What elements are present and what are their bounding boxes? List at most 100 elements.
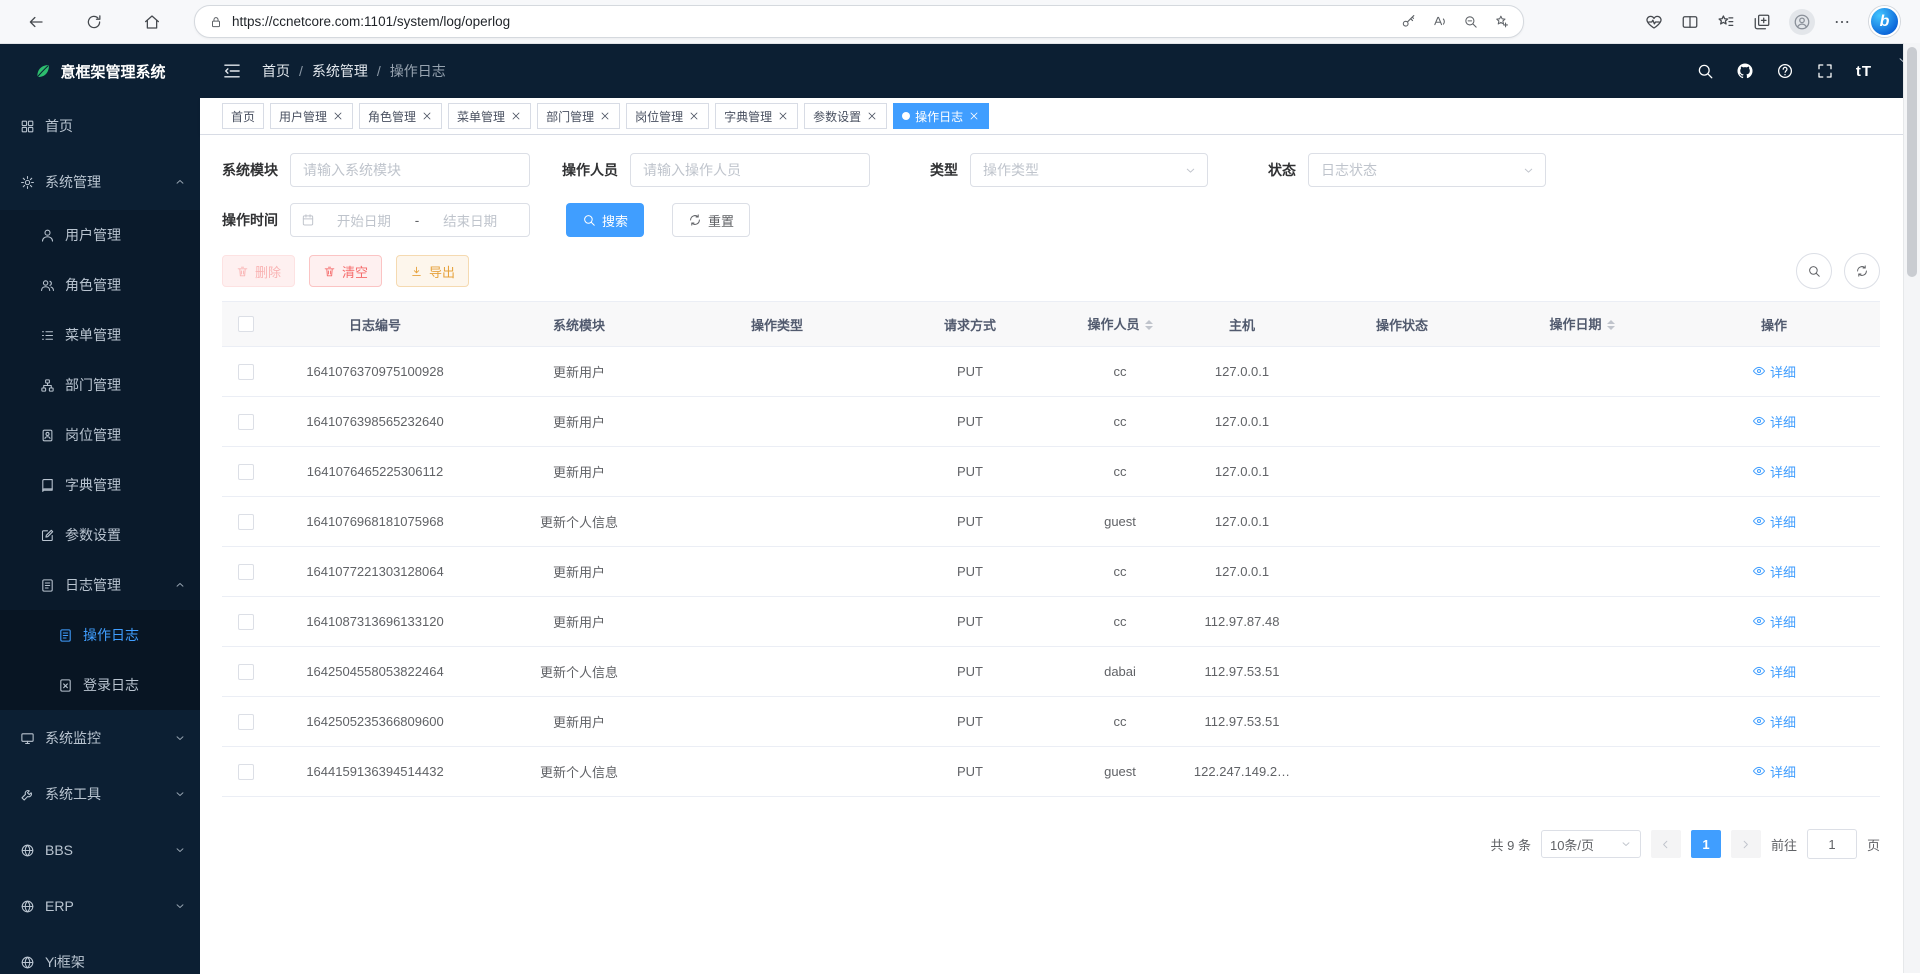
tab-post-management[interactable]: 岗位管理 — [626, 103, 709, 129]
browser-refresh-button[interactable] — [78, 6, 110, 38]
sidebar-item-home[interactable]: 首页 — [0, 98, 200, 154]
breadcrumb-system[interactable]: 系统管理 — [312, 61, 368, 81]
header-search-button[interactable] — [1696, 62, 1714, 80]
table-search-toggle-button[interactable] — [1796, 253, 1832, 289]
clear-button[interactable]: 清空 — [309, 255, 382, 287]
address-bar[interactable]: https://ccnetcore.com:1101/system/log/op… — [194, 5, 1524, 38]
date-range-picker[interactable]: 开始日期 - 结束日期 — [290, 203, 530, 237]
detail-link[interactable]: 详细 — [1752, 712, 1796, 731]
sort-caret-icon[interactable] — [1607, 316, 1615, 334]
header-help-button[interactable] — [1776, 62, 1794, 80]
type-select[interactable]: 操作类型 — [970, 153, 1208, 187]
sidebar-item-role-management[interactable]: 角色管理 — [0, 260, 200, 310]
table-refresh-button[interactable] — [1844, 253, 1880, 289]
collections-icon[interactable] — [1753, 13, 1771, 31]
sidebar-item-login-log[interactable]: 登录日志 — [0, 660, 200, 710]
col-date[interactable]: 操作日期 — [1496, 302, 1668, 347]
split-screen-icon[interactable] — [1681, 13, 1699, 31]
add-favorite-icon[interactable] — [1494, 14, 1509, 29]
sidebar-item-post-management[interactable]: 岗位管理 — [0, 410, 200, 460]
sidebar-item-system-tools[interactable]: 系统工具 — [0, 766, 200, 822]
zoom-out-icon[interactable] — [1463, 14, 1478, 29]
page-scrollbar[interactable] — [1903, 43, 1920, 973]
read-aloud-icon[interactable] — [1432, 14, 1447, 29]
sidebar-item-user-management[interactable]: 用户管理 — [0, 210, 200, 260]
sidebar-item-bbs[interactable]: BBS — [0, 822, 200, 878]
tab-menu-management[interactable]: 菜单管理 — [448, 103, 531, 129]
tab-close-icon[interactable] — [332, 110, 344, 122]
tab-role-management[interactable]: 角色管理 — [359, 103, 442, 129]
status-select[interactable]: 日志状态 — [1308, 153, 1546, 187]
sidebar-item-parameter-settings[interactable]: 参数设置 — [0, 510, 200, 560]
row-checkbox[interactable] — [238, 464, 254, 480]
export-button[interactable]: 导出 — [396, 255, 469, 287]
reset-button[interactable]: 重置 — [672, 203, 750, 237]
operator-input[interactable] — [630, 153, 870, 187]
search-button[interactable]: 搜索 — [566, 203, 644, 237]
header-font-size-button[interactable]: tT — [1856, 63, 1872, 80]
browser-essentials-icon[interactable] — [1645, 13, 1663, 31]
col-operator[interactable]: 操作人员 — [1064, 302, 1176, 347]
breadcrumb-home[interactable]: 首页 — [262, 61, 290, 81]
browser-profile-avatar[interactable] — [1789, 9, 1815, 35]
detail-link[interactable]: 详细 — [1752, 762, 1796, 781]
pagination-next-button[interactable] — [1731, 830, 1761, 858]
tab-home[interactable]: 首页 — [222, 103, 264, 129]
tab-close-icon[interactable] — [777, 110, 789, 122]
scrollbar-thumb[interactable] — [1907, 47, 1917, 277]
row-checkbox[interactable] — [238, 664, 254, 680]
tab-close-icon[interactable] — [968, 110, 980, 122]
tab-close-icon[interactable] — [599, 110, 611, 122]
row-checkbox[interactable] — [238, 764, 254, 780]
row-checkbox[interactable] — [238, 364, 254, 380]
header-github-button[interactable] — [1736, 62, 1754, 80]
sidebar-item-menu-management[interactable]: 菜单管理 — [0, 310, 200, 360]
sidebar-item-erp[interactable]: ERP — [0, 878, 200, 934]
select-all-checkbox[interactable] — [238, 316, 254, 332]
detail-link[interactable]: 详细 — [1752, 612, 1796, 631]
page-size-select[interactable]: 10条/页 — [1541, 830, 1641, 858]
tab-operation-log[interactable]: 操作日志 — [893, 103, 989, 129]
pagination-page-button[interactable]: 1 — [1691, 830, 1721, 858]
header-fullscreen-button[interactable] — [1816, 62, 1834, 80]
sidebar-item-system-management[interactable]: 系统管理 — [0, 154, 200, 210]
row-checkbox[interactable] — [238, 514, 254, 530]
tab-close-icon[interactable] — [688, 110, 700, 122]
sidebar-item-log-management[interactable]: 日志管理 — [0, 560, 200, 610]
detail-link[interactable]: 详细 — [1752, 512, 1796, 531]
tab-dictionary-management[interactable]: 字典管理 — [715, 103, 798, 129]
detail-link[interactable]: 详细 — [1752, 662, 1796, 681]
bing-icon[interactable]: b — [1869, 6, 1900, 37]
tab-user-management[interactable]: 用户管理 — [270, 103, 353, 129]
sidebar-item-system-monitor[interactable]: 系统监控 — [0, 710, 200, 766]
pagination-goto-input[interactable] — [1807, 829, 1857, 859]
delete-button[interactable]: 删除 — [222, 255, 295, 287]
tab-close-icon[interactable] — [510, 110, 522, 122]
sidebar-item-operation-log[interactable]: 操作日志 — [0, 610, 200, 660]
row-checkbox[interactable] — [238, 564, 254, 580]
sidebar-fold-button[interactable] — [222, 61, 242, 81]
row-checkbox[interactable] — [238, 614, 254, 630]
tab-parameter-settings[interactable]: 参数设置 — [804, 103, 887, 129]
browser-menu-icon[interactable] — [1833, 13, 1851, 31]
browser-home-button[interactable] — [136, 6, 168, 38]
sidebar-item-dictionary-management[interactable]: 字典管理 — [0, 460, 200, 510]
tab-close-icon[interactable] — [866, 110, 878, 122]
password-key-icon[interactable] — [1401, 14, 1416, 29]
tab-close-icon[interactable] — [421, 110, 433, 122]
sort-caret-icon[interactable] — [1145, 316, 1153, 334]
sidebar-item-department-management[interactable]: 部门管理 — [0, 360, 200, 410]
browser-back-button[interactable] — [20, 6, 52, 38]
sidebar-item-yi-framework[interactable]: Yi框架 — [0, 934, 200, 974]
detail-link[interactable]: 详细 — [1752, 362, 1796, 381]
module-input[interactable] — [290, 153, 530, 187]
row-checkbox[interactable] — [238, 714, 254, 730]
pagination-prev-button[interactable] — [1651, 830, 1681, 858]
detail-link[interactable]: 详细 — [1752, 412, 1796, 431]
row-checkbox[interactable] — [238, 414, 254, 430]
tab-department-management[interactable]: 部门管理 — [537, 103, 620, 129]
detail-link[interactable]: 详细 — [1752, 462, 1796, 481]
url-text[interactable]: https://ccnetcore.com:1101/system/log/op… — [232, 14, 1401, 29]
favorites-icon[interactable] — [1717, 13, 1735, 31]
detail-link[interactable]: 详细 — [1752, 562, 1796, 581]
